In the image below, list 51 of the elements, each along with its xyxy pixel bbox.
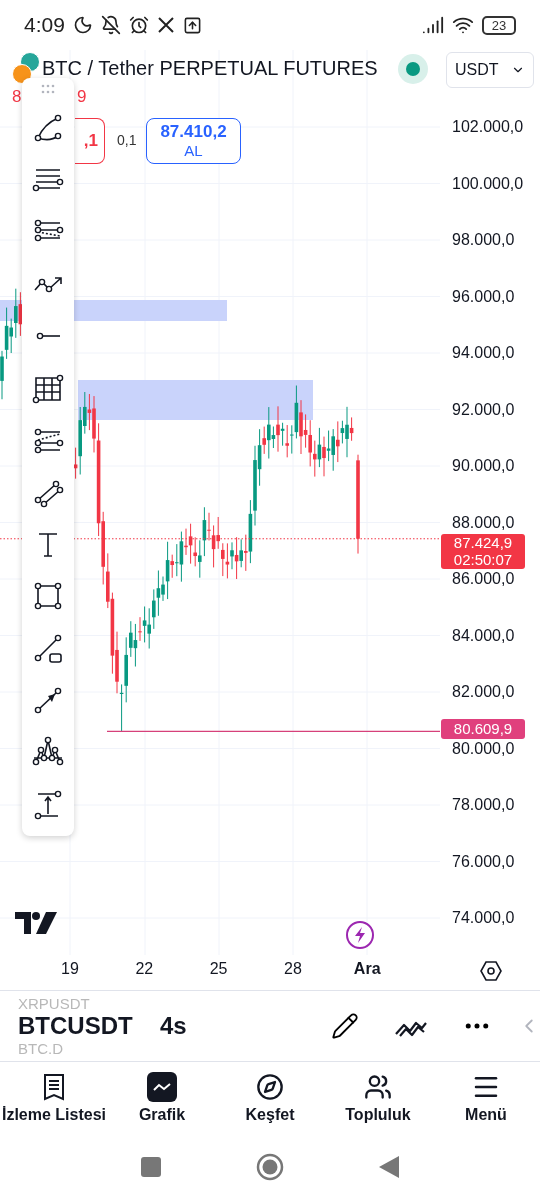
alarm-icon <box>128 15 149 35</box>
bell-off-icon <box>100 15 121 35</box>
lightning-icon[interactable] <box>345 920 375 950</box>
symbol-title: BTC / Tether PERPETUAL FUTURES <box>42 57 378 80</box>
price-text: 9 <box>77 87 87 107</box>
price-axis-label: 82.000,0 <box>452 683 515 701</box>
currency-dropdown[interactable]: USDT <box>446 52 534 88</box>
price-axis-label: 94.000,0 <box>452 344 515 362</box>
drag-handle-icon[interactable] <box>40 84 56 94</box>
sell-button[interactable]: ,1 <box>75 118 105 164</box>
upload-icon <box>182 15 202 35</box>
price-axis-label: 100.000,0 <box>452 174 524 193</box>
price-level-line[interactable] <box>106 730 440 732</box>
price-axis-label: 92.000,0 <box>452 400 515 419</box>
nav-tab[interactable]: Grafik <box>108 1062 216 1134</box>
price-axis-label: 90.000,0 <box>452 457 515 475</box>
price-axis-label: 74.000,0 <box>452 909 515 927</box>
price-level-tag: 80.609,9 <box>441 719 525 739</box>
signal-icon <box>422 14 444 36</box>
settings-icon[interactable] <box>479 959 503 983</box>
price-axis-label: 98.000,0 <box>452 231 515 249</box>
battery-icon: 23 <box>482 15 516 35</box>
price-axis-label: 86.000,0 <box>452 570 515 588</box>
buy-button[interactable]: 87.410,2 AL <box>146 118 241 164</box>
price-axis-label: 84.000,0 <box>452 626 515 645</box>
price-axis-label: 76.000,0 <box>452 852 515 871</box>
price-text: 8 <box>12 87 22 107</box>
price-axis-label: 78.000,0 <box>452 796 515 814</box>
time-axis-label: 28 <box>284 960 302 978</box>
logo-icon <box>15 912 57 934</box>
nav-tab[interactable]: Menü <box>432 1062 540 1134</box>
nav-tab[interactable]: İzleme Listesi <box>0 1062 108 1134</box>
nav-tab[interactable]: Topluluk <box>324 1062 432 1134</box>
home-icon[interactable] <box>256 1153 284 1181</box>
price-axis-label: 102.000,0 <box>452 118 524 136</box>
moon-icon <box>72 15 93 35</box>
price-axis-label: 88.000,0 <box>452 513 515 532</box>
x-logo-icon <box>156 16 175 34</box>
current-price-tag: 87.424,9 02:50:07 <box>441 534 525 569</box>
nav-tab[interactable]: Keşfet <box>216 1062 324 1134</box>
clock-time: 4:09 <box>24 13 65 37</box>
time-axis-label: 19 <box>61 960 79 978</box>
interval-button[interactable]: 4s <box>160 1012 187 1040</box>
back-icon[interactable] <box>379 1156 399 1178</box>
spread-value: 0,1 <box>117 132 137 148</box>
time-axis-label: 25 <box>209 960 228 978</box>
time-axis-label: Ara <box>353 960 381 978</box>
price-axis-label: 96.000,0 <box>452 287 515 306</box>
time-axis-label: 22 <box>135 960 154 978</box>
price-axis-label: 80.000,0 <box>452 739 515 758</box>
symbol-text[interactable]: BTCUSDT <box>18 1012 133 1040</box>
